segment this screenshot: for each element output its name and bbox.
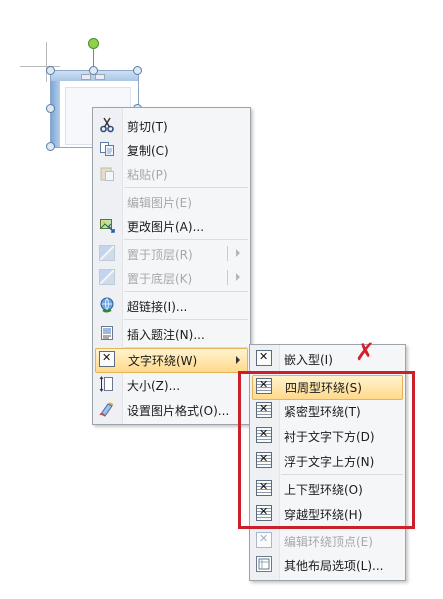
menu-item-label: 粘贴(P) xyxy=(127,168,168,182)
text-wrap-icon xyxy=(99,351,115,367)
menu-item-edit-picture[interactable]: 编辑图片(E) xyxy=(95,190,248,213)
menu-item-copy[interactable]: 复制(C) xyxy=(95,138,248,161)
menu-separator xyxy=(124,291,248,292)
rotation-line xyxy=(93,47,94,67)
resize-handle-bottom-left[interactable] xyxy=(46,142,55,151)
menu-item-label: 大小(Z)... xyxy=(127,379,181,393)
rotation-handle[interactable] xyxy=(88,38,99,49)
menu-separator xyxy=(124,187,248,188)
menu-item-label: 嵌入型(I) xyxy=(284,353,333,367)
context-menu: 剪切(T) 复制(C) 粘贴(P) 编辑图片(E) 更改图片(A)... 置于顶… xyxy=(92,107,251,425)
resize-handle-left[interactable] xyxy=(46,104,55,113)
menu-item-label: 文字环绕(W) xyxy=(128,354,198,368)
copy-icon xyxy=(99,141,115,157)
scissors-icon xyxy=(99,117,115,133)
menu-item-cut[interactable]: 剪切(T) xyxy=(95,114,248,137)
resize-handle-top[interactable] xyxy=(89,66,98,75)
submenu-arrow-icon xyxy=(236,356,240,364)
menu-item-insert-caption[interactable]: 插入题注(N)... xyxy=(95,322,248,345)
menu-item-bring-to-front[interactable]: 置于顶层(R) xyxy=(95,242,248,265)
menu-item-send-to-back[interactable]: 置于底层(K) xyxy=(95,266,248,289)
split-divider xyxy=(227,246,228,261)
resize-handle-top-right[interactable] xyxy=(133,66,142,75)
wrap-option-edit-wrap-points[interactable]: 编辑环绕顶点(E) xyxy=(252,529,403,552)
menu-item-label: 其他布局选项(L)... xyxy=(284,559,384,573)
canvas-guide-vertical xyxy=(46,42,47,82)
paste-icon xyxy=(99,165,115,181)
format-picture-icon xyxy=(99,401,115,417)
menu-item-format-picture[interactable]: 设置图片格式(O)... xyxy=(95,398,248,421)
menu-item-change-picture[interactable]: 更改图片(A)... xyxy=(95,214,248,237)
menu-item-label: 设置图片格式(O)... xyxy=(127,404,230,418)
inline-wrap-icon xyxy=(256,350,272,366)
picture-sidebar xyxy=(51,81,60,147)
wrap-option-more-layout[interactable]: 其他布局选项(L)... xyxy=(252,553,403,576)
wrap-option-inline[interactable]: 嵌入型(I) xyxy=(252,347,403,370)
edit-wrap-points-icon xyxy=(256,532,272,548)
red-highlight-box xyxy=(238,371,415,529)
menu-separator xyxy=(124,239,248,240)
resize-handle-top-left[interactable] xyxy=(46,66,55,75)
menu-separator xyxy=(124,319,248,320)
menu-item-size[interactable]: 大小(Z)... xyxy=(95,373,248,396)
hyperlink-icon xyxy=(99,297,115,313)
menu-item-paste[interactable]: 粘贴(P) xyxy=(95,162,248,185)
send-to-back-icon xyxy=(99,269,115,285)
menu-item-label: 编辑图片(E) xyxy=(127,196,192,210)
split-divider xyxy=(227,270,228,285)
menu-item-label: 复制(C) xyxy=(127,144,169,158)
submenu-arrow-icon xyxy=(236,249,240,257)
menu-item-label: 更改图片(A)... xyxy=(127,220,205,234)
menu-item-label: 置于顶层(R) xyxy=(127,248,193,262)
submenu-arrow-icon xyxy=(236,273,240,281)
bring-to-front-icon xyxy=(99,245,115,261)
menu-item-label: 剪切(T) xyxy=(127,120,168,134)
more-layout-icon xyxy=(256,556,272,572)
red-x-mark: ✗ xyxy=(355,338,376,366)
menu-item-hyperlink[interactable]: 超链接(I)... xyxy=(95,294,248,317)
menu-item-text-wrapping[interactable]: 文字环绕(W) xyxy=(95,348,248,373)
change-picture-icon xyxy=(99,217,115,233)
caption-icon xyxy=(99,325,115,341)
size-icon xyxy=(99,376,115,392)
menu-item-label: 超链接(I)... xyxy=(127,300,188,314)
menu-item-label: 置于底层(K) xyxy=(127,272,193,286)
menu-item-label: 插入题注(N)... xyxy=(127,328,205,342)
menu-item-label: 编辑环绕顶点(E) xyxy=(284,535,373,549)
